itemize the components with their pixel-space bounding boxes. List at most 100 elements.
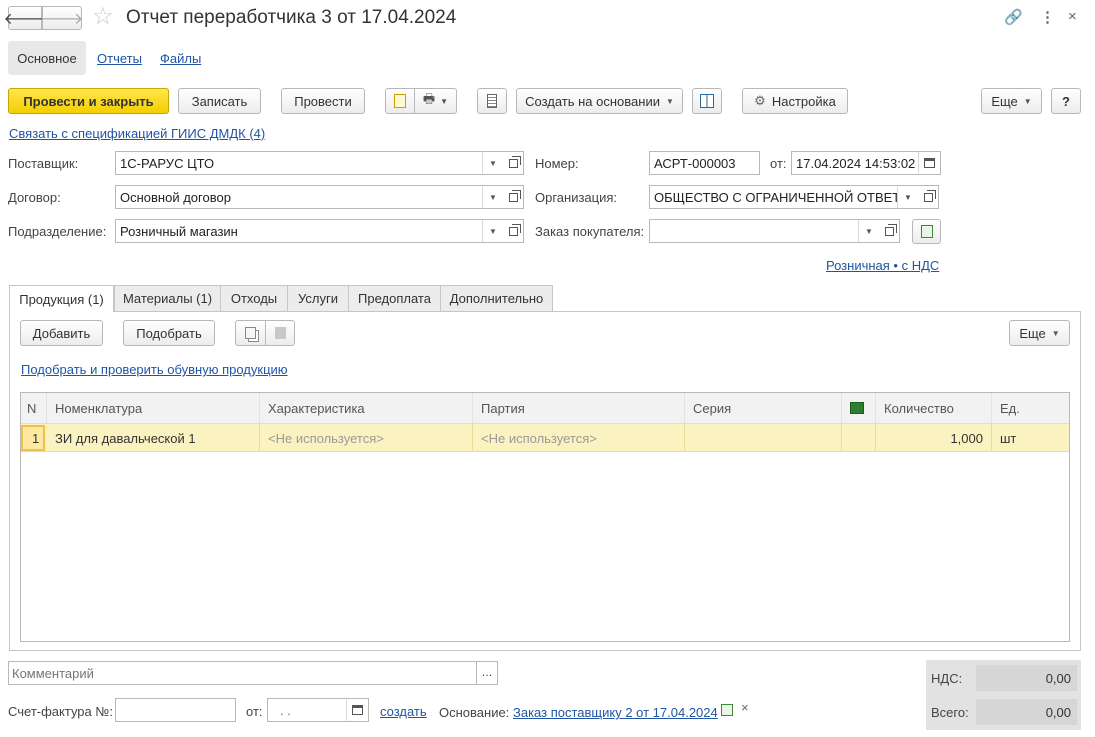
marking-icon — [850, 402, 864, 414]
order-open-button[interactable] — [879, 219, 900, 243]
invoice-date-field[interactable]: . . — [267, 698, 347, 722]
print-button[interactable]: 🖶 ▼ — [414, 88, 457, 114]
basis-label: Основание: — [439, 705, 510, 720]
contract-label: Договор: — [8, 190, 61, 205]
date-field[interactable]: 17.04.2024 14:53:02 — [791, 151, 919, 175]
calendar-icon — [924, 158, 935, 168]
chevron-down-icon: ▼ — [665, 96, 674, 106]
tab-services[interactable]: Услуги — [287, 285, 349, 311]
col-marking[interactable] — [842, 393, 876, 423]
row-marking[interactable] — [842, 424, 876, 452]
order-fill-button[interactable] — [912, 219, 941, 244]
order-dropdown[interactable]: ▼ — [858, 219, 880, 243]
tab-products[interactable]: Продукция (1) — [9, 285, 114, 312]
close-icon[interactable]: × — [1068, 8, 1077, 25]
row-n[interactable]: 1 — [21, 425, 45, 451]
chevron-down-icon: ▼ — [489, 226, 497, 236]
open-icon — [923, 189, 936, 202]
structure-button[interactable] — [692, 88, 722, 114]
division-label: Подразделение: — [8, 224, 107, 239]
more-vertical-icon[interactable]: ⋮ — [1040, 8, 1055, 26]
col-item[interactable]: Номенклатура — [47, 393, 260, 423]
row-qty[interactable]: 1,000 — [876, 424, 992, 452]
tab-files[interactable]: Файлы — [160, 51, 201, 66]
row-item[interactable]: ЗИ для давальческой 1 — [47, 424, 260, 452]
tab-main[interactable]: Основное — [8, 41, 86, 75]
basis-clear-icon[interactable]: × — [741, 700, 749, 715]
org-open-button[interactable] — [918, 185, 939, 209]
contract-dropdown[interactable]: ▼ — [482, 185, 504, 209]
supplier-label: Поставщик: — [8, 156, 79, 171]
post-button[interactable]: Провести — [281, 88, 365, 114]
division-field[interactable]: Розничный магазин — [115, 219, 484, 243]
col-batch[interactable]: Партия — [473, 393, 685, 423]
contract-field[interactable]: Основной договор — [115, 185, 484, 209]
comment-expand-button[interactable]: … — [476, 661, 498, 685]
save-button[interactable]: Записать — [178, 88, 261, 114]
row-char[interactable]: <Не используется> — [260, 424, 473, 452]
org-label: Организация: — [535, 190, 618, 205]
supplier-field[interactable]: 1С-РАРУС ЦТО — [115, 151, 484, 175]
link-spec-giis[interactable]: Связать с спецификацией ГИИС ДМДК (4) — [9, 126, 265, 141]
help-button[interactable]: ? — [1051, 88, 1081, 114]
org-field[interactable]: ОБЩЕСТВО С ОГРАНИЧЕННОЙ ОТВЕТСТВЕННОСТЬЮ — [649, 185, 899, 209]
col-series[interactable]: Серия — [685, 393, 842, 423]
tab-prepayment[interactable]: Предоплата — [348, 285, 441, 311]
row-series[interactable] — [685, 424, 842, 452]
tab-waste[interactable]: Отходы — [220, 285, 288, 311]
row-batch[interactable]: <Не используется> — [473, 424, 685, 452]
create-based-on-button[interactable]: Создать на основании ▼ — [516, 88, 683, 114]
link-icon[interactable]: 🔗 — [1004, 8, 1023, 26]
division-open-button[interactable] — [503, 219, 524, 243]
number-field[interactable]: АСРТ-000003 — [649, 151, 760, 175]
price-type-link[interactable]: Розничная • с НДС — [826, 258, 939, 273]
more-label: Еще — [991, 93, 1018, 109]
add-button[interactable]: Добавить — [20, 320, 103, 346]
row-unit[interactable]: шт — [992, 424, 1069, 452]
settings-button[interactable]: ⚙ Настройка — [742, 88, 848, 114]
col-unit[interactable]: Ед. — [992, 393, 1069, 423]
tab-main-label: Основное — [17, 50, 77, 66]
copy-button[interactable] — [235, 320, 266, 346]
calendar-button[interactable] — [918, 151, 941, 175]
create-invoice-link[interactable]: создать — [380, 704, 427, 719]
journal-button[interactable] — [477, 88, 507, 114]
date-label: от: — [770, 156, 787, 171]
org-dropdown[interactable]: ▼ — [897, 185, 919, 209]
post-and-close-button[interactable]: Провести и закрыть — [8, 88, 169, 114]
favorite-star-icon[interactable]: ☆ — [92, 4, 114, 30]
col-n[interactable]: N — [21, 393, 47, 423]
invoice-calendar-button[interactable] — [346, 698, 369, 722]
division-dropdown[interactable]: ▼ — [482, 219, 504, 243]
comment-input[interactable] — [8, 661, 477, 685]
shoe-products-link[interactable]: Подобрать и проверить обувную продукцию — [21, 362, 288, 377]
supplier-open-button[interactable] — [503, 151, 524, 175]
open-icon — [508, 189, 521, 202]
tab-additional[interactable]: Дополнительно — [440, 285, 553, 311]
tab-reports[interactable]: Отчеты — [97, 51, 142, 66]
invoice-number-field[interactable] — [115, 698, 236, 722]
vat-value: 0,00 — [976, 665, 1077, 691]
back-button[interactable]: 🡐 — [4, 6, 46, 30]
total-value: 0,00 — [976, 699, 1077, 725]
paste-icon — [274, 327, 286, 339]
paste-button[interactable] — [265, 320, 295, 346]
supplier-dropdown[interactable]: ▼ — [482, 151, 504, 175]
more-button[interactable]: Еще ▼ — [981, 88, 1042, 114]
open-icon — [508, 155, 521, 168]
page-title: Отчет переработчика 3 от 17.04.2024 — [126, 7, 457, 28]
table-more-button[interactable]: Еще ▼ — [1009, 320, 1070, 346]
basis-add-icon[interactable] — [721, 704, 733, 716]
col-char[interactable]: Характеристика — [260, 393, 473, 423]
tab-materials[interactable]: Материалы (1) — [114, 285, 221, 311]
chevron-down-icon: ▼ — [489, 158, 497, 168]
chevron-down-icon: ▼ — [865, 226, 873, 236]
col-qty[interactable]: Количество — [876, 393, 992, 423]
list-icon — [487, 94, 497, 108]
order-field[interactable] — [649, 219, 860, 243]
document-report-button[interactable] — [385, 88, 415, 114]
contract-open-button[interactable] — [503, 185, 524, 209]
pick-button[interactable]: Подобрать — [123, 320, 215, 346]
basis-link[interactable]: Заказ поставщику 2 от 17.04.2024 — [513, 705, 718, 720]
forward-button[interactable]: 🡒 — [41, 6, 83, 30]
